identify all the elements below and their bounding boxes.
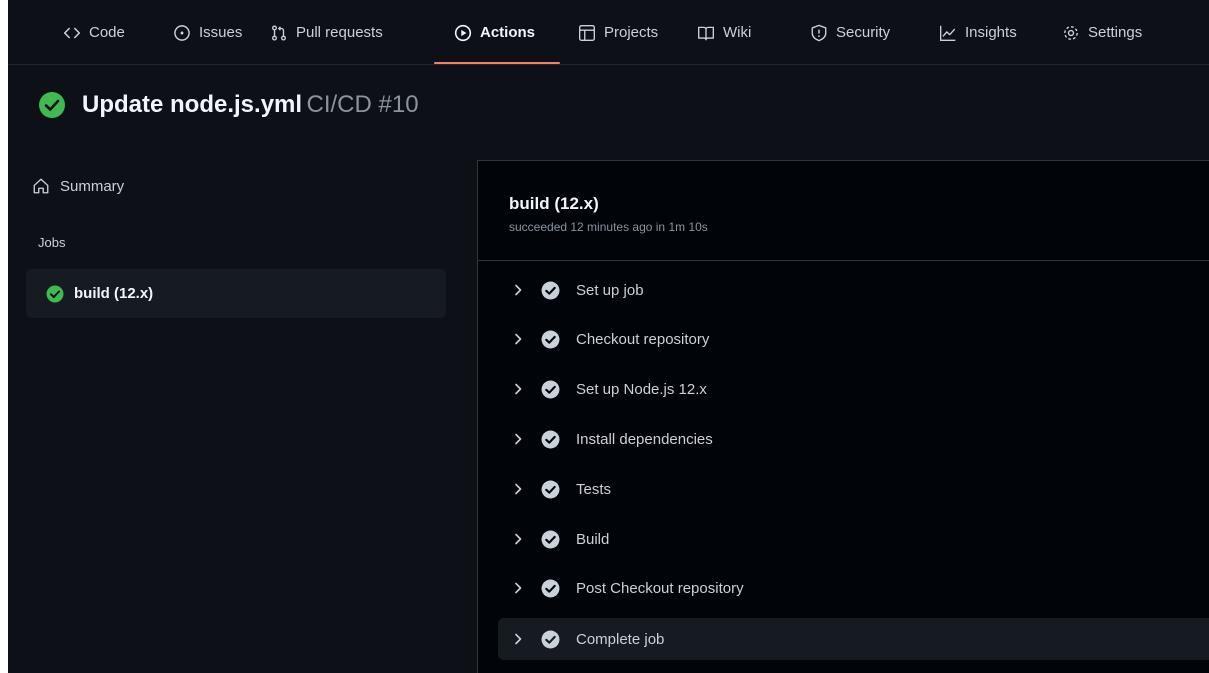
step-label: Post Checkout repository	[576, 579, 744, 597]
tab-label: Insights	[965, 24, 1017, 41]
job-header: build (12.x) succeeded 12 minutes ago in…	[478, 161, 1209, 261]
tab-settings[interactable]: Settings	[1062, 0, 1142, 65]
tab-wiki[interactable]: Wiki	[697, 0, 751, 65]
sidebar-item-job[interactable]: build (12.x)	[26, 269, 446, 318]
step-label: Checkout repository	[576, 330, 710, 348]
tab-label: Code	[89, 24, 125, 41]
issue-opened-icon	[173, 24, 191, 42]
sidebar-jobs-heading: Jobs	[38, 235, 66, 250]
step-label: Install dependencies	[576, 430, 713, 448]
step-row[interactable]: Complete job	[498, 618, 1209, 660]
step-label: Tests	[576, 480, 612, 498]
chevron-right-icon	[515, 633, 522, 645]
chevron-right-icon	[515, 582, 522, 594]
step-row[interactable]: Set up Node.js 12.x	[498, 368, 1209, 410]
step-label: Set up Node.js 12.x	[576, 380, 707, 398]
tab-label: Actions	[480, 24, 536, 41]
git-pull-request-icon	[270, 24, 288, 42]
table-icon	[578, 24, 596, 42]
tab-projects[interactable]: Projects	[578, 0, 658, 65]
chevron-right-icon	[515, 333, 522, 345]
check-circle-icon	[39, 92, 65, 118]
step-row[interactable]: Set up job	[498, 269, 1209, 311]
chevron-right-icon	[515, 284, 522, 296]
step-label: Set up job	[576, 281, 644, 299]
tab-security[interactable]: Security	[810, 0, 890, 65]
check-circle-icon	[541, 380, 560, 398]
check-circle-icon	[541, 330, 560, 348]
job-log-panel: build (12.x) succeeded 12 minutes ago in…	[477, 160, 1209, 673]
home-icon	[33, 178, 49, 194]
sidebar-job-label: build (12.x)	[74, 285, 154, 302]
tab-label: Pull requests	[296, 24, 383, 41]
job-meta: succeeded 12 minutes ago in 1m 10s	[509, 220, 708, 234]
step-row[interactable]: Tests	[498, 468, 1209, 510]
tab-insights[interactable]: Insights	[939, 0, 1017, 65]
step-label: Build	[576, 530, 610, 548]
check-circle-icon	[541, 579, 560, 597]
code-icon	[63, 24, 81, 42]
chevron-right-icon	[515, 383, 522, 395]
gear-icon	[1062, 24, 1080, 42]
check-circle-icon	[46, 285, 64, 302]
active-tab-underline	[434, 62, 560, 64]
app-frame: Code Issues Pull requests Actions Projec…	[8, 0, 1209, 673]
chevron-right-icon	[515, 483, 522, 495]
run-title-text: Update node.js.yml	[82, 91, 303, 118]
tab-label: Wiki	[723, 24, 752, 41]
sidebar-item-summary[interactable]: Summary	[32, 174, 124, 198]
chevron-right-icon	[515, 533, 522, 545]
tab-issues[interactable]: Issues	[173, 0, 242, 65]
graph-icon	[939, 24, 957, 42]
repo-nav: Code Issues Pull requests Actions Projec…	[8, 0, 1209, 65]
step-row[interactable]: Post Checkout repository	[498, 567, 1209, 609]
check-circle-icon	[541, 480, 560, 498]
run-title: Update node.js.yml CI/CD #10	[38, 87, 419, 123]
sidebar-summary-label: Summary	[60, 177, 125, 195]
check-circle-icon	[541, 430, 560, 448]
run-workflow: CI/CD #10	[306, 91, 419, 118]
book-icon	[697, 24, 715, 42]
check-circle-icon	[541, 530, 560, 548]
tab-label: Security	[836, 24, 891, 41]
job-title: build (12.x)	[509, 194, 599, 213]
check-circle-icon	[541, 281, 560, 299]
step-row[interactable]: Checkout repository	[498, 318, 1209, 360]
check-circle-icon	[541, 630, 560, 648]
chevron-right-icon	[515, 433, 522, 445]
step-row[interactable]: Install dependencies	[498, 418, 1209, 460]
step-row[interactable]: Build	[498, 518, 1209, 560]
play-icon	[454, 24, 472, 42]
tab-label: Projects	[604, 24, 659, 41]
tab-actions[interactable]: Actions	[454, 0, 535, 65]
tab-label: Issues	[199, 24, 243, 41]
shield-icon	[810, 24, 828, 42]
tab-code[interactable]: Code	[63, 0, 125, 65]
step-label: Complete job	[576, 630, 665, 648]
tab-label: Settings	[1088, 24, 1143, 41]
tab-pull-requests[interactable]: Pull requests	[270, 0, 383, 65]
